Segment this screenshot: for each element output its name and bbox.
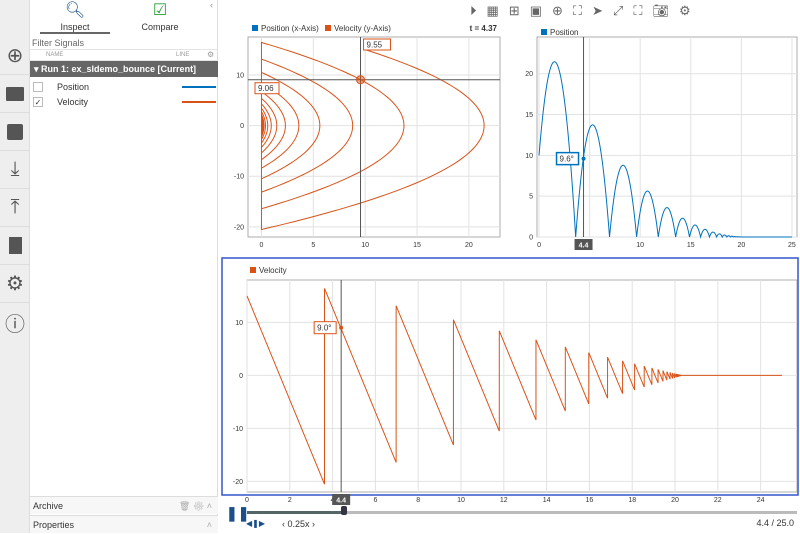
y-tick-label: -20 bbox=[234, 224, 244, 231]
y-tick-label: 10 bbox=[525, 153, 533, 160]
legend-entry: Position bbox=[550, 28, 578, 37]
legend-swatch bbox=[325, 25, 331, 31]
cursor-time-label: 4.4 bbox=[579, 243, 589, 250]
x-tick-label: 20 bbox=[465, 242, 473, 249]
cursor-point bbox=[356, 75, 366, 85]
playback-slider[interactable] bbox=[247, 506, 797, 515]
x-tick-label: 15 bbox=[687, 242, 695, 249]
y-tick-label: 0 bbox=[239, 373, 243, 380]
time-label: t = 4.37 bbox=[470, 24, 498, 33]
cursor-x-label: 9.55 bbox=[367, 41, 383, 50]
plot-axes bbox=[536, 36, 798, 238]
y-tick-label: 10 bbox=[236, 72, 244, 79]
cursor-y-label: 9.06 bbox=[258, 84, 274, 93]
cursor-point bbox=[581, 156, 586, 161]
y-tick-label: 10 bbox=[235, 320, 243, 327]
legend-swatch bbox=[250, 267, 256, 273]
y-tick-label: 5 bbox=[529, 194, 533, 201]
cursor-value-label: 9.0° bbox=[317, 324, 331, 333]
legend-entry: Velocity bbox=[259, 266, 287, 275]
x-tick-label: 10 bbox=[361, 242, 369, 249]
speed-control[interactable]: ‹ 0.25x › bbox=[282, 519, 315, 529]
y-tick-label: 0 bbox=[529, 235, 533, 242]
playback-bar: ❚❚ ◀❚▶ ‹ 0.25x › 4.4 / 25.0 bbox=[220, 498, 800, 533]
y-tick-label: -10 bbox=[234, 174, 244, 181]
time-readout: 4.4 / 25.0 bbox=[756, 518, 794, 528]
cursor-point bbox=[339, 325, 344, 330]
speed-value: 0.25x bbox=[287, 519, 310, 529]
y-tick-label: 0 bbox=[240, 123, 244, 130]
x-tick-label: 5 bbox=[311, 242, 315, 249]
playback-thumb[interactable] bbox=[340, 506, 347, 515]
step-icon[interactable]: ◀❚▶ bbox=[246, 519, 265, 528]
cursor-value-label: 9.6° bbox=[560, 155, 574, 164]
y-tick-label: -20 bbox=[233, 479, 243, 486]
plot-axes bbox=[247, 36, 501, 238]
x-tick-label: 15 bbox=[413, 242, 421, 249]
x-tick-label: 0 bbox=[537, 242, 541, 249]
x-tick-label: 25 bbox=[788, 242, 796, 249]
x-tick-label: 0 bbox=[260, 242, 264, 249]
legend-swatch bbox=[541, 29, 547, 35]
legend-entry: Velocity (y-Axis) bbox=[334, 24, 391, 33]
x-tick-label: 20 bbox=[737, 242, 745, 249]
legend-swatch bbox=[252, 25, 258, 31]
y-tick-label: -10 bbox=[233, 426, 243, 433]
x-tick-label: 10 bbox=[636, 242, 644, 249]
y-tick-label: 20 bbox=[525, 71, 533, 78]
y-tick-label: 15 bbox=[525, 112, 533, 119]
playback-progress bbox=[247, 511, 344, 514]
plots-area: 05101520100-10-2005101520250510152002468… bbox=[221, 24, 799, 505]
legend-entry: Position (x-Axis) bbox=[261, 24, 319, 33]
